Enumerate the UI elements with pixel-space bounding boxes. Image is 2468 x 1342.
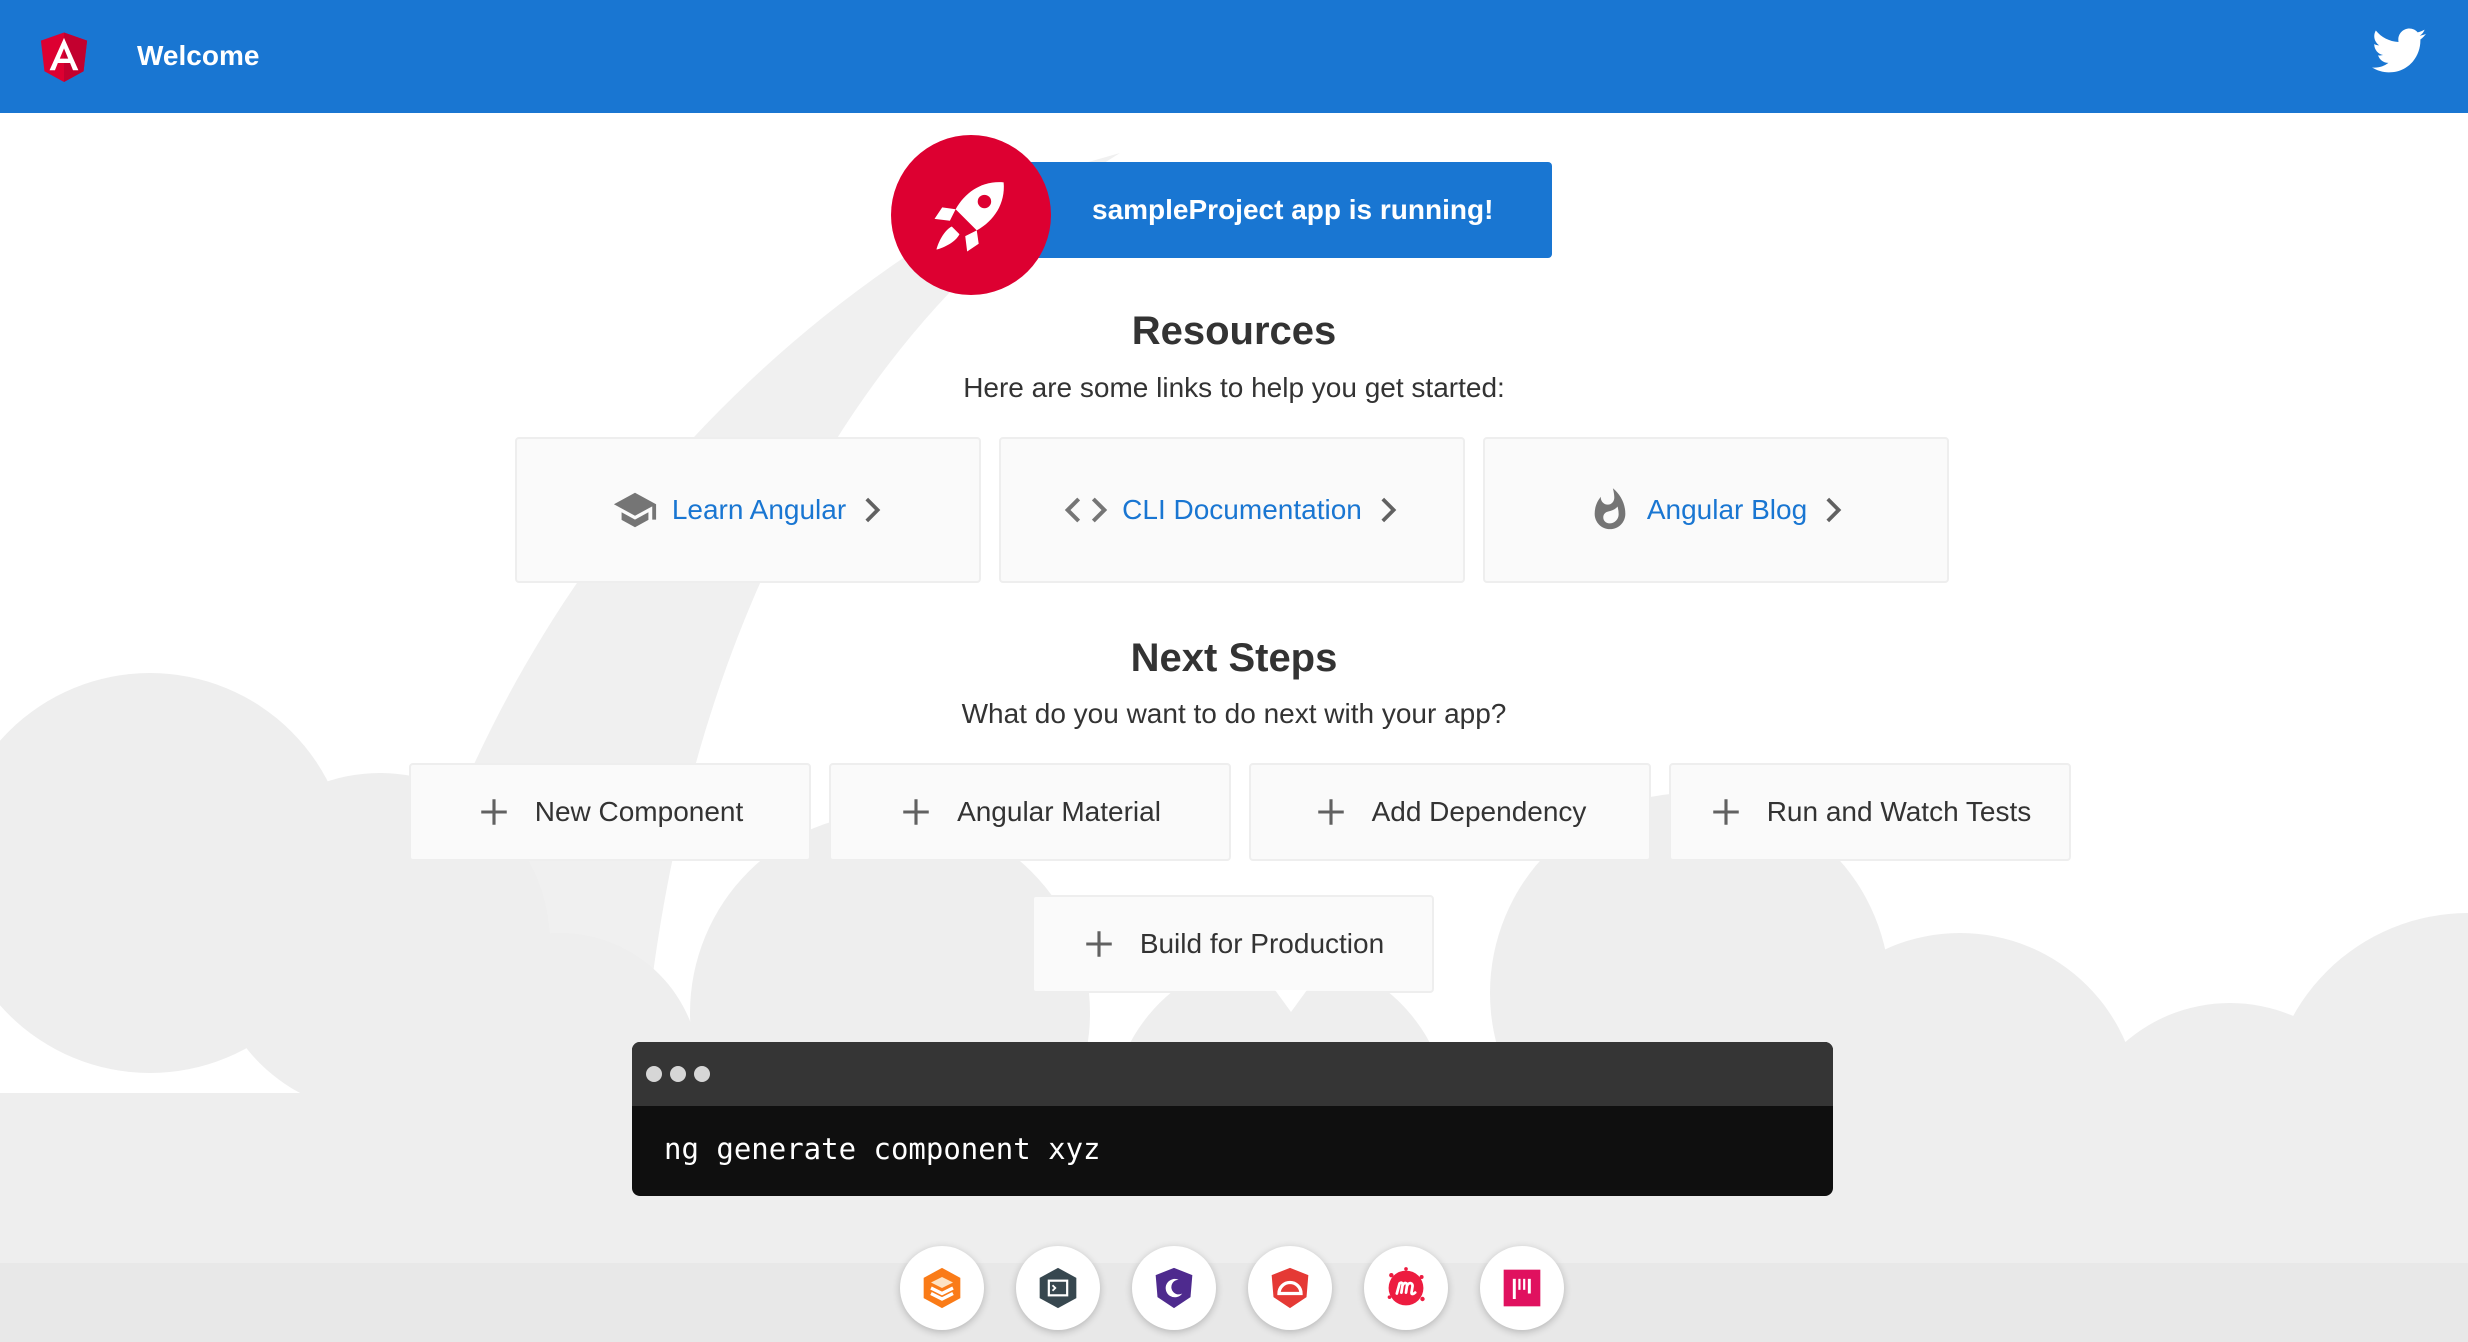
add-dependency-button[interactable]: Add Dependency (1249, 763, 1651, 861)
terminal-dot (670, 1066, 686, 1082)
new-component-label: New Component (534, 796, 744, 827)
plus-icon (1086, 931, 1112, 957)
twitter-icon[interactable] (2372, 28, 2426, 74)
angular-logo-icon (40, 32, 88, 83)
plus-icon (480, 799, 507, 825)
terminal-titlebar (632, 1042, 1833, 1106)
angular-blog-label: Angular Blog (1646, 494, 1808, 525)
running-banner: sampleProject app is running! (1010, 162, 1552, 258)
plus-icon (1317, 799, 1344, 825)
learn-angular-link[interactable]: Learn Angular (515, 437, 981, 583)
code-brackets-icon (1064, 497, 1108, 523)
meetup-link[interactable] (1364, 1246, 1448, 1330)
augury-icon (1155, 1267, 1193, 1309)
animations-icon (923, 1267, 961, 1309)
angular-blog-link[interactable]: Angular Blog (1483, 437, 1949, 583)
graduation-cap-icon (613, 492, 656, 528)
run-watch-tests-label: Run and Watch Tests (1766, 796, 2032, 827)
meetup-icon (1387, 1267, 1425, 1306)
cli-link[interactable] (1016, 1246, 1100, 1330)
discord-icon (1503, 1269, 1541, 1307)
plus-icon (1712, 799, 1739, 825)
new-component-button[interactable]: New Component (409, 763, 811, 861)
angular-material-label: Angular Material (957, 796, 1161, 827)
toolbar-title: Welcome (137, 40, 260, 71)
cli-icon (1039, 1267, 1077, 1309)
terminal-dot (694, 1066, 710, 1082)
plus-icon (903, 799, 929, 825)
selection-pointer (1275, 990, 1307, 1012)
rocket-icon (934, 182, 1004, 252)
protractor-link[interactable] (1248, 1246, 1332, 1330)
angular-material-button[interactable]: Angular Material (829, 763, 1231, 861)
cli-documentation-link[interactable]: CLI Documentation (999, 437, 1465, 583)
discord-link[interactable] (1480, 1246, 1564, 1330)
running-banner-text: sampleProject app is running! (1092, 194, 1494, 225)
build-production-button[interactable]: Build for Production (1032, 895, 1434, 993)
learn-angular-label: Learn Angular (671, 494, 847, 525)
flame-icon (1594, 488, 1626, 530)
terminal-dot (646, 1066, 662, 1082)
next-steps-subtitle: What do you want to do next with your ap… (961, 698, 1507, 729)
protractor-icon (1271, 1267, 1309, 1309)
toolbar: Welcome (0, 0, 2468, 113)
augury-link[interactable] (1132, 1246, 1216, 1330)
resources-subtitle: Here are some links to help you get star… (963, 372, 1505, 403)
terminal-command: ng generate component xyz (664, 1132, 1101, 1166)
rocket-badge (891, 135, 1051, 295)
chevron-right-icon (1826, 497, 1842, 523)
chevron-right-icon (865, 497, 881, 523)
run-watch-tests-button[interactable]: Run and Watch Tests (1669, 763, 2071, 861)
build-production-label: Build for Production (1139, 928, 1385, 959)
animations-link[interactable] (900, 1246, 984, 1330)
add-dependency-label: Add Dependency (1371, 796, 1587, 827)
next-steps-heading: Next Steps (1130, 636, 1338, 680)
chevron-right-icon (1381, 497, 1397, 523)
resources-heading: Resources (1131, 309, 1337, 353)
terminal: ng generate component xyz (632, 1042, 1833, 1196)
cli-documentation-label: CLI Documentation (1122, 494, 1362, 525)
